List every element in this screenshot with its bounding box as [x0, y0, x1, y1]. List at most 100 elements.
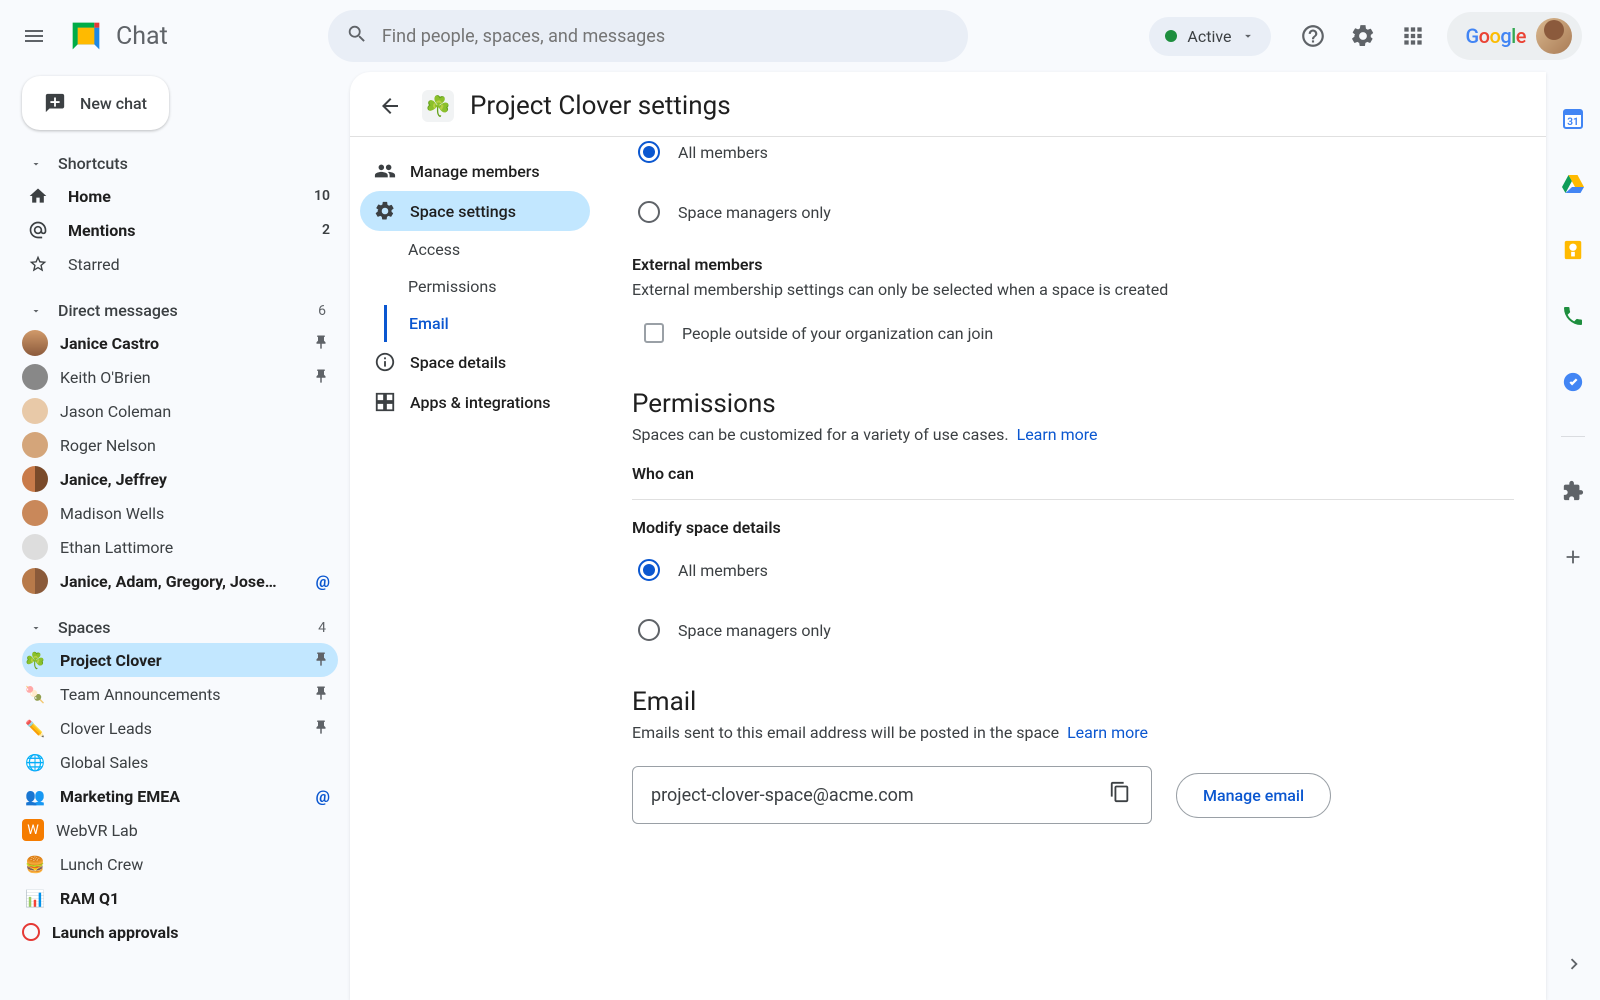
new-chat-button[interactable]: New chat	[22, 76, 169, 130]
search-input[interactable]	[382, 26, 950, 47]
sidebar: New chat Shortcuts Home 10 Mentions 2 St…	[0, 72, 350, 1000]
snav-apps[interactable]: Apps & integrations	[360, 382, 590, 422]
radio-managers-only[interactable]: Space managers only	[632, 191, 1514, 233]
space-item[interactable]: 🌐Global Sales	[22, 745, 338, 779]
section-spaces[interactable]: Spaces 4	[22, 612, 338, 643]
email-field: project-clover-space@acme.com	[632, 766, 1152, 824]
nav-starred[interactable]: Starred	[22, 247, 338, 281]
email-address: project-clover-space@acme.com	[651, 785, 1109, 806]
account-chip[interactable]: Google	[1447, 12, 1582, 60]
mention-badge-icon: @	[316, 572, 330, 591]
apps-button[interactable]	[1399, 22, 1427, 50]
radio-modify-managers[interactable]: Space managers only	[632, 609, 1514, 651]
space-emoji: 📊	[22, 885, 48, 911]
calendar-icon[interactable]: 31	[1561, 106, 1585, 130]
space-emoji: W	[22, 819, 44, 841]
email-heading: Email	[632, 687, 1514, 717]
avatar	[22, 432, 48, 458]
dm-item[interactable]: Madison Wells	[22, 496, 338, 530]
keep-icon[interactable]	[1561, 238, 1585, 262]
learn-more-link[interactable]: Learn more	[1017, 425, 1098, 444]
radio-icon[interactable]	[638, 559, 660, 581]
checkbox-icon[interactable]	[644, 323, 664, 343]
settings-header: ☘️ Project Clover settings	[350, 72, 1546, 137]
radio-icon[interactable]	[638, 141, 660, 163]
nav-mentions[interactable]: Mentions 2	[22, 213, 338, 247]
google-logo-icon: Google	[1465, 24, 1526, 48]
dm-item[interactable]: Keith O'Brien	[22, 360, 338, 394]
rail-divider	[1561, 436, 1585, 437]
nav-home[interactable]: Home 10	[22, 179, 338, 213]
search-bar[interactable]	[328, 10, 968, 62]
space-item[interactable]: 📊RAM Q1	[22, 881, 338, 915]
snav-permissions[interactable]: Permissions	[386, 268, 590, 305]
mention-badge-icon: @	[316, 787, 330, 806]
radio-modify-all[interactable]: All members	[632, 549, 1514, 591]
email-desc: Emails sent to this email address will b…	[632, 723, 1514, 742]
voice-icon[interactable]	[1561, 304, 1585, 328]
section-shortcuts[interactable]: Shortcuts	[22, 148, 338, 179]
space-project-clover[interactable]: ☘️Project Clover	[22, 643, 338, 677]
user-avatar[interactable]	[1536, 18, 1572, 54]
snav-access[interactable]: Access	[386, 231, 590, 268]
dm-item[interactable]: Janice Castro	[22, 326, 338, 360]
radio-icon[interactable]	[638, 201, 660, 223]
avatar	[22, 364, 48, 390]
section-dms[interactable]: Direct messages 6	[22, 295, 338, 326]
new-chat-icon	[44, 92, 66, 114]
manage-email-button[interactable]: Manage email	[1176, 773, 1331, 818]
space-emoji: ✏️	[22, 715, 48, 741]
space-item[interactable]: 🍔Lunch Crew	[22, 847, 338, 881]
tasks-icon[interactable]	[1561, 370, 1585, 394]
pin-icon	[312, 685, 330, 703]
space-emoji: 🍡	[22, 681, 48, 707]
settings-title: Project Clover settings	[470, 91, 731, 121]
space-emoji: 🍔	[22, 851, 48, 877]
who-can-label: Who can	[632, 464, 1514, 500]
snav-space-details[interactable]: Space details	[360, 342, 590, 382]
avatar	[22, 398, 48, 424]
external-checkbox-row[interactable]: People outside of your organization can …	[632, 313, 1514, 353]
status-chip[interactable]: Active	[1149, 17, 1271, 56]
main-menu-button[interactable]	[10, 12, 58, 60]
permissions-heading: Permissions	[632, 389, 1514, 419]
snav-manage-members[interactable]: Manage members	[360, 151, 590, 191]
snav-space-settings[interactable]: Space settings	[360, 191, 590, 231]
status-label: Active	[1187, 27, 1231, 46]
dm-item[interactable]: Jason Coleman	[22, 394, 338, 428]
learn-more-link[interactable]: Learn more	[1067, 723, 1148, 742]
addons-icon[interactable]	[1561, 479, 1585, 503]
avatar	[22, 568, 48, 594]
star-icon	[26, 252, 50, 276]
new-chat-label: New chat	[80, 94, 147, 113]
radio-icon[interactable]	[638, 619, 660, 641]
modify-heading: Modify space details	[632, 518, 1514, 537]
space-item[interactable]: ✏️Clover Leads	[22, 711, 338, 745]
product-brand: Chat	[66, 16, 168, 56]
add-icon[interactable]	[1561, 545, 1585, 569]
space-item[interactable]: 🍡Team Announcements	[22, 677, 338, 711]
home-icon	[26, 184, 50, 208]
dm-item[interactable]: Janice, Jeffrey	[22, 462, 338, 496]
dm-item[interactable]: Ethan Lattimore	[22, 530, 338, 564]
space-item[interactable]: WWebVR Lab	[22, 813, 338, 847]
space-item[interactable]: OLaunch approvals	[22, 915, 338, 949]
back-button[interactable]	[374, 90, 406, 122]
pin-icon	[312, 368, 330, 386]
pin-icon	[312, 719, 330, 737]
dm-item[interactable]: Janice, Adam, Gregory, Jose…@	[22, 564, 338, 598]
radio-all-members[interactable]: All members	[632, 137, 1514, 173]
settings-button[interactable]	[1349, 22, 1377, 50]
space-icon: ☘️	[422, 90, 454, 122]
space-item[interactable]: 👥Marketing EMEA@	[22, 779, 338, 813]
external-heading: External members	[632, 255, 1514, 274]
expand-panel-icon[interactable]	[1562, 952, 1586, 976]
svg-text:31: 31	[1567, 117, 1578, 128]
space-emoji: ☘️	[22, 647, 48, 673]
drive-icon[interactable]	[1561, 172, 1585, 196]
dm-item[interactable]: Roger Nelson	[22, 428, 338, 462]
avatar	[22, 330, 48, 356]
copy-button[interactable]	[1109, 781, 1137, 809]
help-button[interactable]	[1299, 22, 1327, 50]
snav-email[interactable]: Email	[384, 305, 590, 342]
